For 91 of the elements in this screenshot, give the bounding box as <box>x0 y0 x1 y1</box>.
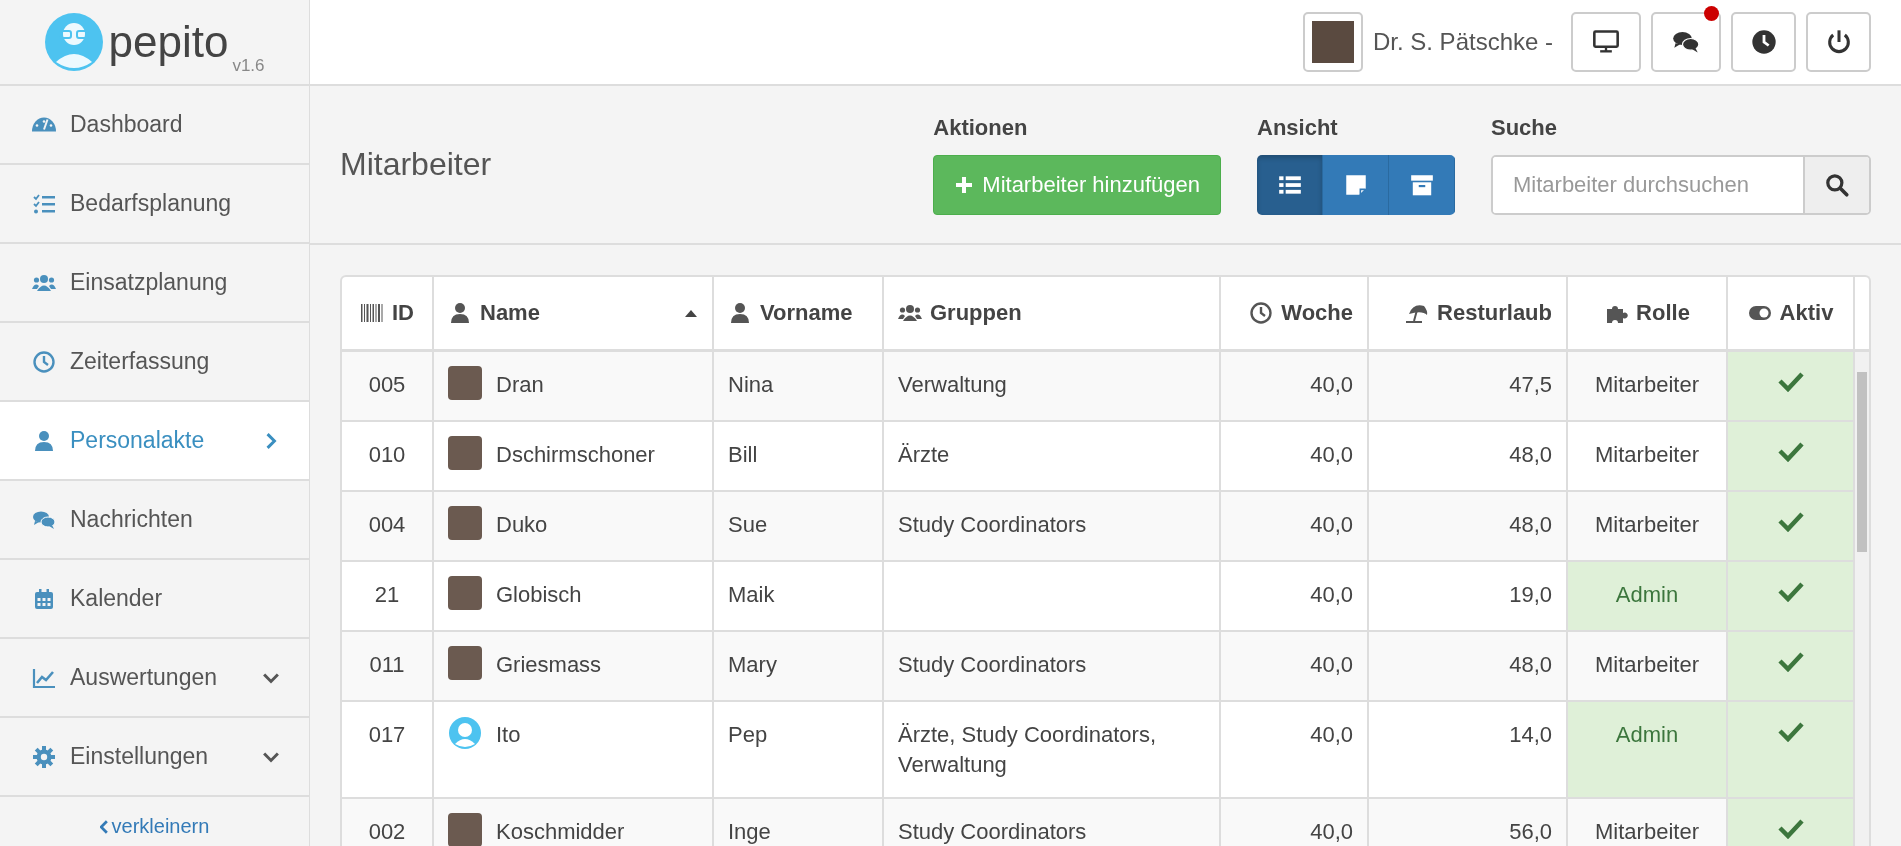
view-toggle-button[interactable] <box>1257 154 1323 215</box>
barcode-icon <box>360 301 384 325</box>
clock-button[interactable] <box>1731 12 1796 72</box>
table-cell: 004 <box>342 492 434 562</box>
chevron-left-icon <box>99 819 108 834</box>
column-header[interactable]: Woche <box>1221 277 1369 349</box>
photo-placeholder <box>448 646 482 680</box>
photo-placeholder <box>448 436 482 470</box>
table-cell: Study Coordinators <box>884 632 1221 702</box>
sidebar-item[interactable]: Kalender <box>0 560 309 639</box>
table-cell: 002 <box>342 799 434 846</box>
column-header[interactable]: Vorname <box>714 277 884 349</box>
employee-name[interactable]: Koschmidder <box>496 817 625 846</box>
user-icon <box>448 301 472 325</box>
table-cell: 40,0 <box>1221 492 1369 562</box>
photo-placeholder <box>448 366 482 400</box>
avatar-logo-icon <box>448 716 482 750</box>
table-cell: Study Coordinators <box>884 799 1221 846</box>
sidebar-item[interactable]: Nachrichten <box>0 481 309 560</box>
table-cell: 005 <box>342 352 434 422</box>
table-cell: Admin <box>1568 562 1728 632</box>
user-icon <box>32 428 56 453</box>
user-icon <box>728 301 752 325</box>
search-button[interactable] <box>1803 156 1869 213</box>
table-cell: Nina <box>714 352 884 422</box>
sidebar-item[interactable]: Einsatzplanung <box>0 244 309 323</box>
user-avatar[interactable] <box>1302 12 1363 72</box>
table-cell: 48,0 <box>1369 632 1568 702</box>
table-cell: 47,5 <box>1369 352 1568 422</box>
employee-name[interactable]: Ito <box>496 720 521 750</box>
settings-icon <box>32 744 56 769</box>
clock-icon <box>1249 301 1274 325</box>
chat-button[interactable] <box>1651 12 1721 72</box>
column-header[interactable]: Gruppen <box>884 277 1221 349</box>
table-cell: Mitarbeiter <box>1568 632 1728 702</box>
power-button[interactable] <box>1806 12 1871 72</box>
table-cell: 56,0 <box>1369 799 1568 846</box>
table-cell: 011 <box>342 632 434 702</box>
sidebar-item[interactable]: Personalakte <box>0 402 309 481</box>
plus-icon <box>954 174 975 195</box>
page-title: Mitarbeiter <box>340 146 493 183</box>
calendar-icon <box>32 586 56 611</box>
sidebar-item[interactable]: Einstellungen <box>0 718 309 797</box>
table-cell: 40,0 <box>1221 632 1369 702</box>
column-header[interactable]: Name <box>434 277 714 349</box>
sort-up-icon <box>684 308 698 318</box>
sidebar-item[interactable]: Dashboard <box>0 86 309 165</box>
sidebar-item[interactable]: Auswertungen <box>0 639 309 718</box>
monitor-button[interactable] <box>1571 12 1641 72</box>
column-header[interactable]: Resturlaub <box>1369 277 1568 349</box>
gauge-icon <box>32 117 56 132</box>
column-header[interactable]: Aktiv <box>1728 277 1855 349</box>
employee-name[interactable]: Duko <box>496 510 548 540</box>
scrollbar[interactable] <box>1855 352 1869 846</box>
section-label: Suche <box>1491 114 1559 141</box>
monitor-icon <box>1592 28 1620 56</box>
app-name: pepito <box>108 17 229 67</box>
table-cell: Mitarbeiter <box>1568 492 1728 562</box>
table-cell: 40,0 <box>1221 352 1369 422</box>
column-header[interactable]: ID <box>342 277 434 349</box>
table-cell: Mitarbeiter <box>1568 799 1728 846</box>
clock-icon <box>1749 28 1778 56</box>
logo-icon <box>44 12 105 72</box>
table-cell: 48,0 <box>1369 492 1568 562</box>
table-cell: 40,0 <box>1221 799 1369 846</box>
table-cell: Admin <box>1568 702 1728 800</box>
user-name[interactable]: Dr. S. Pätschke - <box>1372 28 1553 56</box>
view-toggle-button[interactable] <box>1389 154 1455 215</box>
collapse-link[interactable]: verkleinern <box>99 815 210 838</box>
table-cell: Inge <box>714 799 884 846</box>
employee-name[interactable]: Dran <box>496 370 544 400</box>
table-cell: Sue <box>714 492 884 562</box>
employee-name[interactable]: Globisch <box>496 580 582 610</box>
table-cell: Mary <box>714 632 884 702</box>
photo-placeholder <box>448 813 482 846</box>
photo-placeholder <box>448 506 482 540</box>
search-field[interactable]: Mitarbeiter durchsuchen <box>1491 154 1871 215</box>
section-label: Ansicht <box>1257 114 1339 141</box>
photo-placeholder <box>448 576 482 610</box>
table-cell: Study Coordinators <box>884 492 1221 562</box>
section-label: Aktionen <box>933 114 1029 141</box>
search-icon <box>1824 171 1850 198</box>
employee-name[interactable]: Dschirmschoner <box>496 440 655 470</box>
table-cell: Mitarbeiter <box>1568 352 1728 422</box>
clock-icon <box>32 349 56 374</box>
sidebar-item[interactable]: Bedarfsplanung <box>0 165 309 244</box>
version-label: v1.6 <box>232 56 265 76</box>
employee-name[interactable]: Griesmass <box>496 650 602 680</box>
view-toggle-button[interactable] <box>1323 154 1389 215</box>
table-cell: Verwaltung <box>884 352 1221 422</box>
column-header[interactable]: Rolle <box>1568 277 1728 349</box>
